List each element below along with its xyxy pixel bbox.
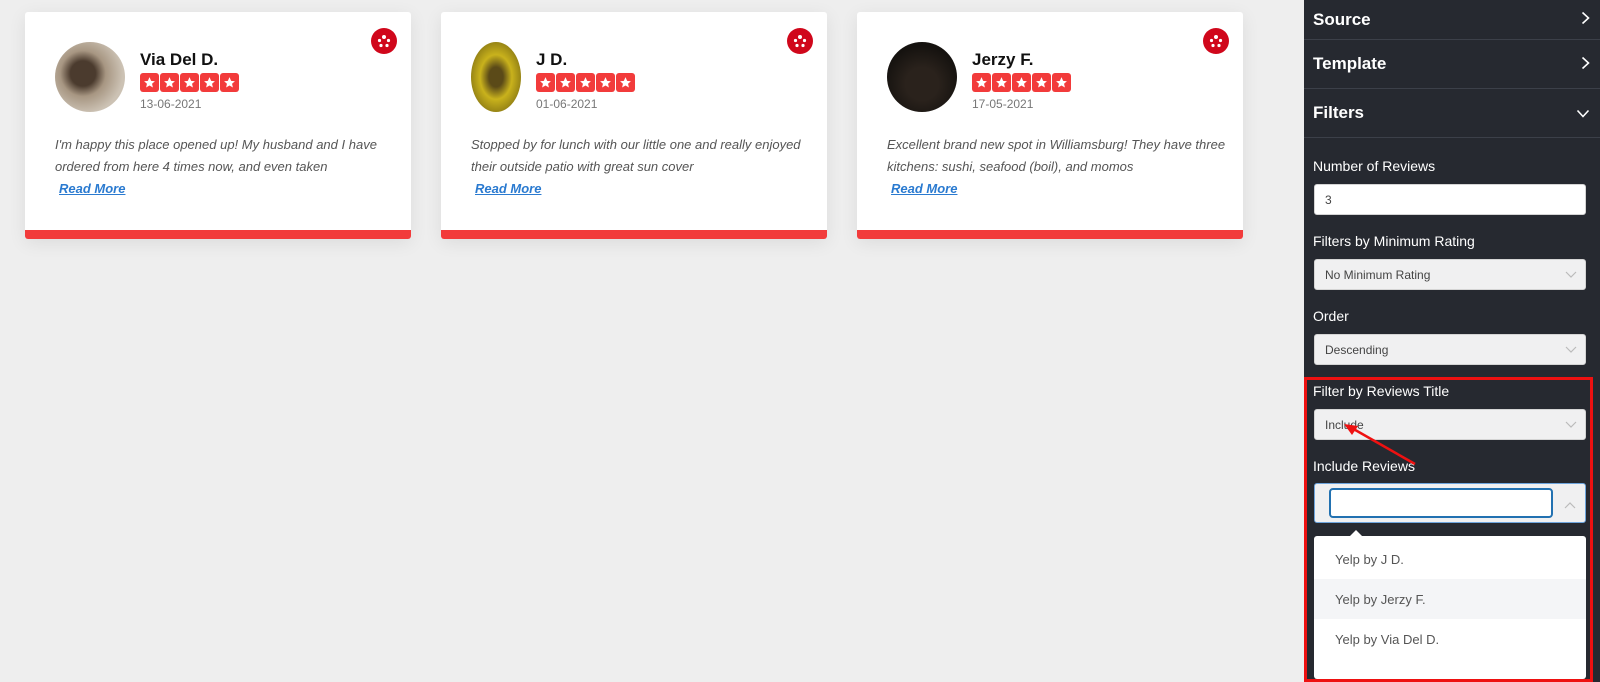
review-text: Stopped by for lunch with our little one…: [471, 134, 811, 200]
star-rating: [972, 73, 1071, 92]
section-label: Filters: [1313, 103, 1365, 122]
chevron-up-icon: [1564, 498, 1576, 516]
review-date: 13-06-2021: [140, 97, 202, 111]
star-icon: [992, 73, 1011, 92]
min-rating-label: Filters by Minimum Rating: [1313, 233, 1475, 249]
number-of-reviews-input[interactable]: 3: [1314, 184, 1586, 215]
chevron-down-icon: [1576, 105, 1590, 121]
card-accent-bar: [441, 230, 827, 239]
yelp-icon: [1203, 28, 1229, 54]
filter-title-label: Filter by Reviews Title: [1313, 383, 1450, 399]
preview-canvas: Via Del D. 13-06-2021 I'm happy this pla…: [0, 0, 1304, 682]
review-text: I'm happy this place opened up! My husba…: [55, 134, 395, 200]
yelp-icon: [787, 28, 813, 54]
card-accent-bar: [25, 230, 411, 239]
min-rating-value: No Minimum Rating: [1325, 267, 1431, 282]
avatar: [55, 42, 125, 112]
star-icon: [972, 73, 991, 92]
star-icon: [140, 73, 159, 92]
avatar: [471, 42, 521, 112]
review-excerpt: Excellent brand new spot in Williamsburg…: [887, 137, 1226, 174]
review-date: 17-05-2021: [972, 97, 1034, 111]
star-icon: [616, 73, 635, 92]
reviewer-name: Via Del D.: [140, 50, 219, 69]
dropdown-option[interactable]: Yelp by J D.: [1314, 539, 1586, 579]
chevron-down-icon: [1565, 268, 1577, 278]
read-more-link[interactable]: Read More: [59, 178, 125, 200]
chevron-down-icon: [1565, 343, 1577, 353]
order-label: Order: [1313, 308, 1349, 324]
star-icon: [220, 73, 239, 92]
review-text: Excellent brand new spot in Williamsburg…: [887, 134, 1227, 200]
read-more-link[interactable]: Read More: [475, 178, 541, 200]
section-label: Template: [1313, 54, 1387, 73]
star-icon: [1032, 73, 1051, 92]
review-date: 01-06-2021: [536, 97, 598, 111]
review-excerpt: Stopped by for lunch with our little one…: [471, 137, 801, 174]
reviewer-name: Jerzy F.: [972, 50, 1034, 69]
dropdown-caret: [1350, 530, 1362, 536]
number-of-reviews-label: Number of Reviews: [1313, 158, 1436, 174]
min-rating-select[interactable]: No Minimum Rating: [1314, 259, 1586, 290]
review-card: J D. 01-06-2021 Stopped by for lunch wit…: [441, 12, 827, 239]
star-icon: [1052, 73, 1071, 92]
star-icon: [200, 73, 219, 92]
section-template[interactable]: Template: [1304, 40, 1600, 89]
settings-sidebar: Source Template Filters Number of Review…: [1304, 0, 1600, 682]
star-rating: [536, 73, 635, 92]
section-source[interactable]: Source: [1304, 0, 1600, 40]
star-icon: [536, 73, 555, 92]
dropdown-option[interactable]: Yelp by Jerzy F.: [1314, 579, 1586, 619]
star-icon: [596, 73, 615, 92]
star-icon: [576, 73, 595, 92]
card-accent-bar: [857, 230, 1243, 239]
chevron-down-icon: [1565, 418, 1577, 428]
star-icon: [556, 73, 575, 92]
yelp-icon: [371, 28, 397, 54]
chevron-right-icon: [1581, 56, 1590, 73]
star-icon: [160, 73, 179, 92]
star-icon: [1012, 73, 1031, 92]
review-excerpt: I'm happy this place opened up! My husba…: [55, 137, 377, 174]
order-select[interactable]: Descending: [1314, 334, 1586, 365]
number-of-reviews-value: 3: [1325, 192, 1332, 207]
order-value: Descending: [1325, 342, 1389, 357]
reviewer-name: J D.: [536, 50, 568, 69]
star-rating: [140, 73, 239, 92]
star-icon: [180, 73, 199, 92]
dropdown-option[interactable]: Yelp by Via Del D.: [1314, 619, 1586, 659]
section-label: Source: [1313, 9, 1371, 29]
avatar: [887, 42, 957, 112]
annotation-arrow-icon: [1344, 424, 1416, 466]
section-filters[interactable]: Filters: [1304, 89, 1600, 138]
include-reviews-search-input[interactable]: [1329, 488, 1553, 518]
include-reviews-dropdown: Yelp by J D. Yelp by Jerzy F. Yelp by Vi…: [1314, 530, 1586, 679]
review-card: Jerzy F. 17-05-2021 Excellent brand new …: [857, 12, 1243, 239]
read-more-link[interactable]: Read More: [891, 178, 957, 200]
include-reviews-select[interactable]: [1314, 483, 1586, 523]
review-card: Via Del D. 13-06-2021 I'm happy this pla…: [25, 12, 411, 239]
chevron-right-icon: [1581, 11, 1590, 28]
